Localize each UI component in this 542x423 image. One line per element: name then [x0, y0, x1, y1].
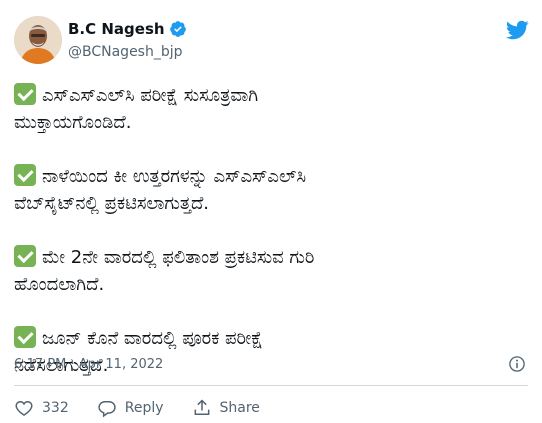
tweet-paragraph: ಮೇ 2ನೇ ವಾರದಲ್ಲಿ ಫಲಿತಾಂಶ ಪ್ರಕಟಿಸುವ ಗುರಿ ಹ… [14, 244, 524, 298]
tweet-text: ಎಸ್‌ಎಸ್‌ಎಲ್‌ಸಿ ಪರೀಕ್ಷೆ ಸುಸೂತ್ರವಾಗಿ ಮುಕ್ತ… [14, 82, 524, 379]
like-button[interactable]: 332 [14, 398, 69, 418]
share-button[interactable]: Share [192, 398, 260, 418]
tweet-line: ಮುಕ್ತಾಯಗೊಂಡಿದೆ. [14, 112, 132, 133]
verified-badge-icon [169, 20, 187, 38]
divider [14, 385, 528, 386]
tweet-paragraph: ಎಸ್‌ಎಸ್‌ಎಲ್‌ಸಿ ಪರೀಕ್ಷೆ ಸುಸೂತ್ರವಾಗಿ ಮುಕ್ತ… [14, 82, 524, 136]
info-icon[interactable] [508, 355, 526, 373]
tweet-line: ವೆಬ್‌ಸೈಟ್‌ನಲ್ಲಿ ಪ್ರಕಟಿಸಲಾಗುತ್ತದೆ. [14, 193, 210, 214]
check-mark-icon [14, 245, 36, 267]
author-name-text[interactable]: B.C Nagesh [68, 20, 165, 38]
check-mark-icon [14, 164, 36, 186]
twitter-bird-icon[interactable] [503, 18, 531, 42]
tweet-line: ನಾಳೆಯಿಂದ ಕೀ ಉತ್ತರಗಳನ್ನು ಎಸ್‌ಎಸ್‌ಎಲ್‌ಸಿ [42, 166, 306, 187]
share-label: Share [219, 400, 260, 416]
reply-label: Reply [124, 400, 164, 416]
tweet-line: ಎಸ್‌ಎಸ್‌ಎಲ್‌ಸಿ ಪರೀಕ್ಷೆ ಸುಸೂತ್ರವಾಗಿ [42, 85, 259, 106]
reply-button[interactable]: Reply [97, 398, 164, 418]
avatar[interactable] [14, 16, 62, 64]
check-mark-icon [14, 83, 36, 105]
author-name[interactable]: B.C Nagesh [68, 20, 187, 38]
share-icon [194, 399, 209, 415]
author-handle[interactable]: @BCNagesh_bjp [68, 44, 183, 60]
check-mark-icon [14, 326, 36, 348]
tweet-line: ಜೂನ್ ಕೊನೆ ವಾರದಲ್ಲಿ ಪೂರಕ ಪರೀಕ್ಷೆ [42, 328, 263, 349]
tweet-line: ಮೇ 2ನೇ ವಾರದಲ್ಲಿ ಫಲಿತಾಂಶ ಪ್ರಕಟಿಸುವ ಗುರಿ [42, 247, 315, 268]
reply-icon [98, 401, 116, 418]
tweet-timestamp[interactable]: 6:17 PM · Apr 11, 2022 [14, 357, 163, 372]
tweet-card: B.C Nagesh @BCNagesh_bjp ಎಸ್‌ಎಸ್‌ಎಲ್‌ಸಿ … [0, 0, 542, 423]
like-count: 332 [42, 400, 69, 416]
action-bar: 332 Reply Share [14, 396, 288, 420]
heart-icon [15, 400, 33, 416]
tweet-paragraph: ನಾಳೆಯಿಂದ ಕೀ ಉತ್ತರಗಳನ್ನು ಎಸ್‌ಎಸ್‌ಎಲ್‌ಸಿ ವ… [14, 163, 524, 217]
tweet-line: ಹೊಂದಲಾಗಿದೆ. [14, 274, 105, 295]
